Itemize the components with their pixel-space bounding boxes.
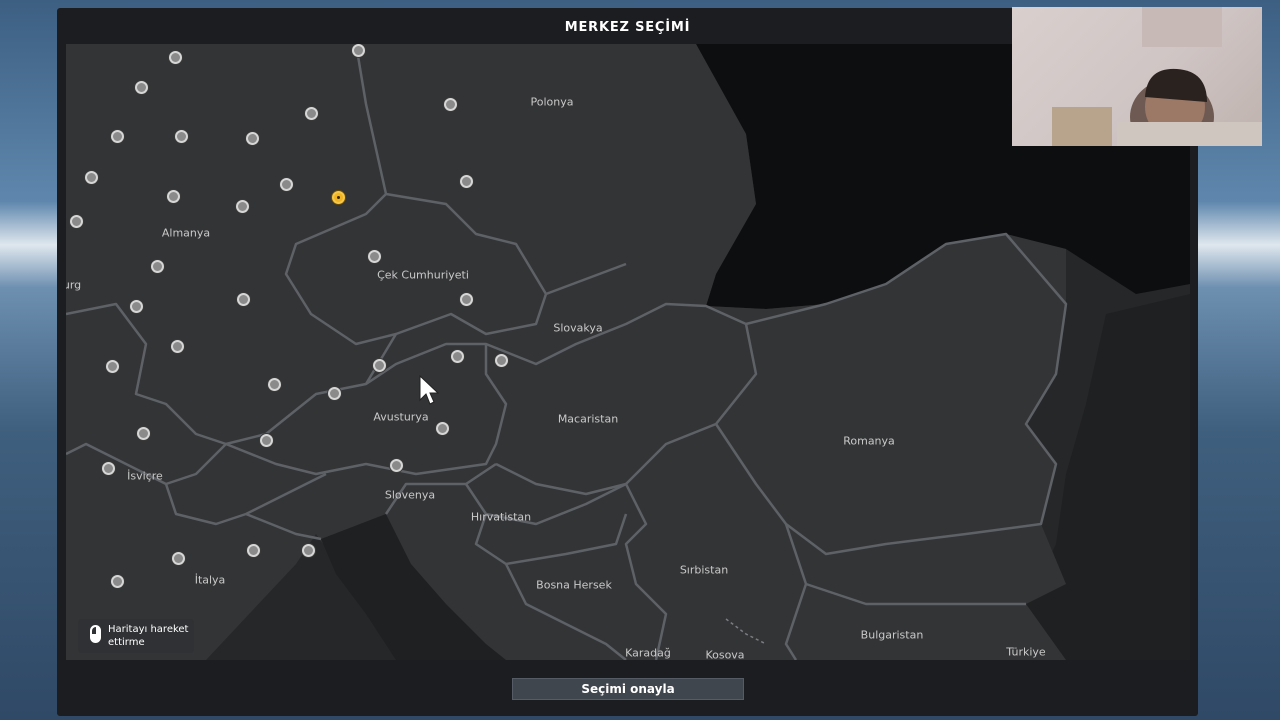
city-marker[interactable] bbox=[151, 260, 164, 273]
map-drag-hint-label: Haritayı hareket ettirme bbox=[108, 624, 189, 648]
city-marker[interactable] bbox=[328, 387, 341, 400]
city-marker[interactable] bbox=[368, 250, 381, 263]
mouse-cursor-icon bbox=[419, 375, 439, 405]
city-marker[interactable] bbox=[130, 300, 143, 313]
country-label-slovenya: Slovenya bbox=[384, 488, 436, 502]
city-marker[interactable] bbox=[390, 459, 403, 472]
webcam-overlay bbox=[1012, 7, 1262, 146]
country-label-bulgaristan: Bulgaristan bbox=[860, 628, 924, 642]
country-label-hirvatistan: Hırvatistan bbox=[470, 510, 532, 524]
country-label-cek-cumhuriyeti: Çek Cumhuriyeti bbox=[377, 268, 469, 282]
city-marker[interactable] bbox=[137, 427, 150, 440]
country-label-almanya: Almanya bbox=[161, 226, 211, 240]
city-marker[interactable] bbox=[85, 171, 98, 184]
city-marker[interactable] bbox=[167, 190, 180, 203]
city-marker[interactable] bbox=[111, 130, 124, 143]
country-label-partial: urg bbox=[66, 278, 82, 292]
city-marker[interactable] bbox=[451, 350, 464, 363]
city-marker[interactable] bbox=[302, 544, 315, 557]
city-marker[interactable] bbox=[175, 130, 188, 143]
country-label-bosna-hersek: Bosna Hersek bbox=[536, 578, 612, 592]
city-marker[interactable] bbox=[106, 360, 119, 373]
city-marker[interactable] bbox=[70, 215, 83, 228]
city-marker[interactable] bbox=[460, 175, 473, 188]
country-label-slovakya: Slovakya bbox=[553, 321, 603, 335]
confirm-selection-button[interactable]: Seçimi onayla bbox=[512, 678, 744, 700]
city-marker[interactable] bbox=[236, 200, 249, 213]
city-marker[interactable] bbox=[102, 462, 115, 475]
mouse-icon bbox=[90, 625, 101, 643]
city-marker[interactable] bbox=[495, 354, 508, 367]
city-marker[interactable] bbox=[246, 132, 259, 145]
city-marker[interactable] bbox=[260, 434, 273, 447]
country-label-macaristan: Macaristan bbox=[557, 412, 619, 426]
selected-city-marker[interactable] bbox=[332, 191, 345, 204]
city-marker[interactable] bbox=[247, 544, 260, 557]
city-marker[interactable] bbox=[171, 340, 184, 353]
map-drag-hint: Haritayı hareket ettirme bbox=[78, 619, 194, 653]
country-label-isvicre: İsviçre bbox=[127, 469, 163, 483]
city-marker[interactable] bbox=[268, 378, 281, 391]
city-marker[interactable] bbox=[169, 51, 182, 64]
country-label-polonya: Polonya bbox=[530, 95, 574, 109]
city-marker[interactable] bbox=[172, 552, 185, 565]
city-marker[interactable] bbox=[352, 44, 365, 57]
city-marker[interactable] bbox=[460, 293, 473, 306]
country-label-sirbistan: Sırbistan bbox=[679, 563, 729, 577]
country-label-turkiye: Türkiye bbox=[1006, 645, 1046, 659]
country-label-romanya: Romanya bbox=[843, 434, 895, 448]
webcam-person-image bbox=[1052, 7, 1262, 146]
city-marker[interactable] bbox=[237, 293, 250, 306]
country-label-kosova: Kosova bbox=[705, 648, 745, 661]
country-label-karadag: Karadağ bbox=[625, 646, 671, 660]
city-marker[interactable] bbox=[373, 359, 386, 372]
city-marker[interactable] bbox=[135, 81, 148, 94]
country-label-italya: İtalya bbox=[194, 573, 226, 587]
city-marker[interactable] bbox=[444, 98, 457, 111]
city-marker[interactable] bbox=[280, 178, 293, 191]
country-label-avusturya: Avusturya bbox=[373, 410, 429, 424]
city-marker[interactable] bbox=[436, 422, 449, 435]
city-marker[interactable] bbox=[305, 107, 318, 120]
city-marker[interactable] bbox=[111, 575, 124, 588]
